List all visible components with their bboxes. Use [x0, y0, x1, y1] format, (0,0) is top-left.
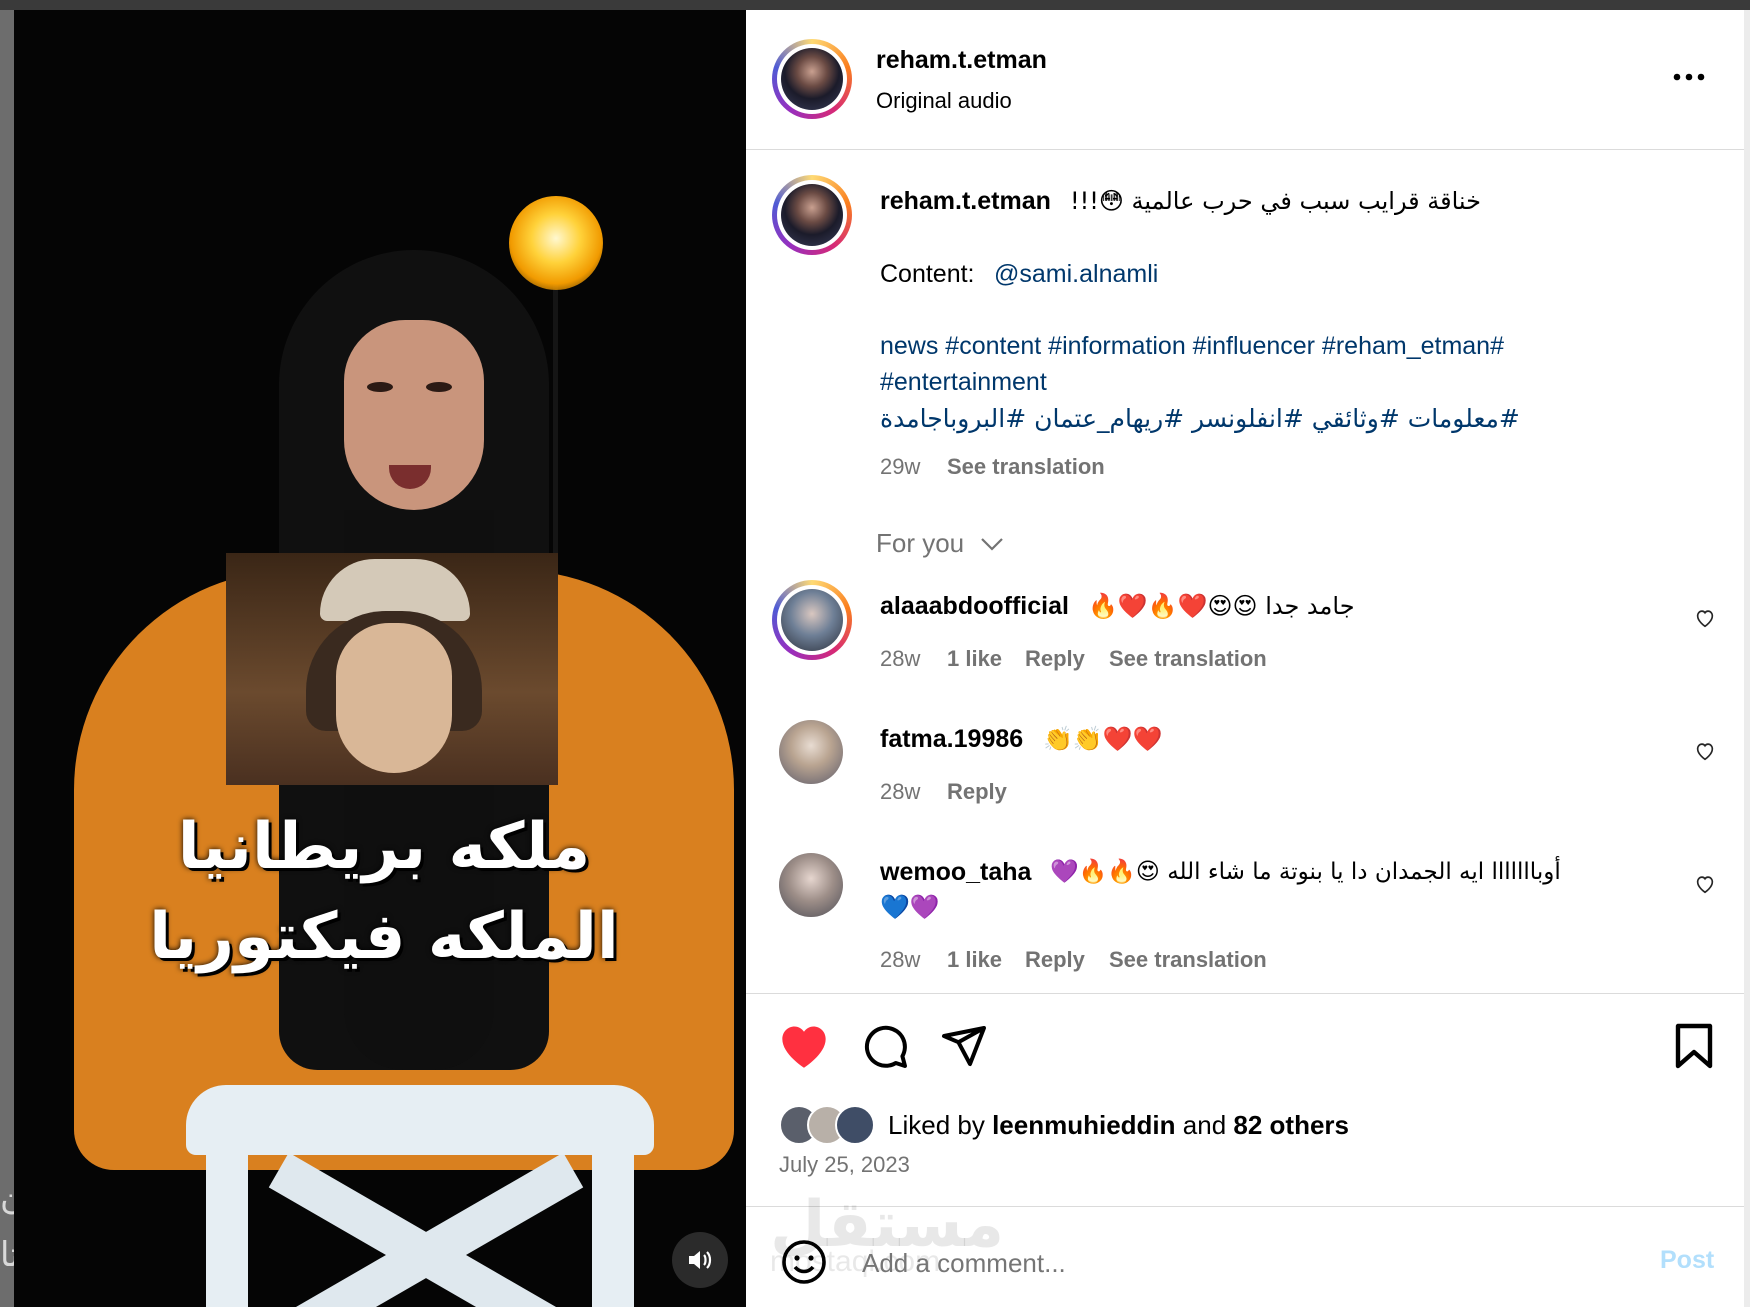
video-caption-line1: ملكه بريطانيا	[177, 810, 591, 884]
header-username[interactable]: reham.t.etman	[876, 46, 1047, 75]
comment-text: 👏👏❤️❤️	[1043, 725, 1163, 753]
liked-by-prefix: Liked by	[888, 1110, 985, 1140]
scrollbar[interactable]	[1744, 10, 1750, 1307]
comment-reply-button[interactable]: Reply	[1025, 646, 1085, 672]
comment-time[interactable]: 28w	[880, 947, 920, 973]
liked-by-and: and	[1182, 1110, 1227, 1140]
post-time[interactable]: 29w	[880, 454, 920, 480]
content-mention-link[interactable]: @sami.alnamli	[994, 260, 1158, 289]
header-audio[interactable]: Original audio	[876, 88, 1012, 114]
comment-reply-button[interactable]: Reply	[947, 779, 1007, 805]
comment-avatar-wemoo[interactable]	[779, 853, 843, 917]
chair	[186, 1085, 654, 1307]
lamp-light	[509, 196, 603, 290]
hashtags-line1[interactable]: news #content #information #influencer #…	[880, 332, 1504, 361]
content-label: Content:	[880, 260, 975, 288]
comment-see-translation[interactable]: See translation	[1109, 947, 1267, 973]
person-eye-left	[367, 382, 393, 392]
header-avatar[interactable]	[772, 39, 852, 119]
comment-reply-button[interactable]: Reply	[1025, 947, 1085, 973]
post-date[interactable]: July 25, 2023	[779, 1152, 910, 1178]
liker-avatar-3	[835, 1105, 875, 1145]
comment-text-line2: 💙💜	[880, 893, 940, 921]
queen-portrait-image	[226, 553, 558, 785]
emoji-icon[interactable]	[780, 1238, 828, 1286]
add-comment-input[interactable]	[860, 1240, 1464, 1286]
share-icon[interactable]	[940, 1022, 988, 1070]
post-caption-text: خناقة قرايب سبب في حرب عالمية 😳!!!	[1070, 187, 1482, 215]
actions-divider	[746, 993, 1744, 994]
hashtags-line2[interactable]: #entertainment	[880, 368, 1047, 397]
mute-button[interactable]	[672, 1232, 728, 1288]
liked-by-user-link[interactable]: leenmuhieddin	[992, 1110, 1175, 1140]
video-caption-line2: الملكه فيكتوريا	[149, 900, 619, 974]
comment-username[interactable]: fatma.19986	[880, 725, 1023, 754]
comment-icon[interactable]	[861, 1022, 909, 1070]
liked-by-others-link[interactable]: 82 others	[1233, 1110, 1349, 1140]
person-eye-right	[426, 382, 452, 392]
comment-text: أوبااااااا ايه الجمدان دا يا بنوتة ما شا…	[1050, 859, 1561, 885]
comment-like-heart-icon[interactable]	[1694, 740, 1716, 762]
comment-see-translation[interactable]: See translation	[1109, 646, 1267, 672]
more-options-icon[interactable]	[1672, 72, 1706, 82]
hashtags-line3[interactable]: #معلومات #وثائقي #انفلونسر #ريهام_عتمان …	[880, 404, 1545, 433]
comment-like-heart-icon[interactable]	[1694, 873, 1716, 895]
background-left	[0, 10, 14, 1307]
comment-text: جامد جدا 😍😍❤️🔥❤️🔥	[1088, 592, 1355, 620]
video-player[interactable]: ملكه بريطانيا الملكه فيكتوريا	[14, 10, 746, 1307]
comment-likes[interactable]: 1 like	[947, 947, 1002, 973]
bookmark-icon[interactable]	[1672, 1022, 1716, 1070]
liked-by-text: Liked by leenmuhieddin and 82 others	[888, 1110, 1349, 1141]
chevron-down-icon[interactable]	[980, 537, 1004, 551]
comment-avatar-fatma[interactable]	[779, 720, 843, 784]
speaker-icon	[689, 1251, 712, 1269]
comment-avatar-alaaabdoofficial[interactable]	[772, 580, 852, 660]
comment-username[interactable]: alaaabdoofficial	[880, 592, 1069, 621]
post-see-translation[interactable]: See translation	[947, 454, 1105, 480]
portrait-face	[336, 623, 452, 773]
comment-like-heart-icon[interactable]	[1694, 607, 1716, 629]
header-divider	[746, 149, 1744, 150]
comment-time[interactable]: 28w	[880, 779, 920, 805]
comment-likes[interactable]: 1 like	[947, 646, 1002, 672]
sort-label[interactable]: For you	[876, 528, 964, 559]
comment-username[interactable]: wemoo_taha	[880, 858, 1031, 887]
post-comment-button[interactable]: Post	[1660, 1246, 1714, 1275]
post-author-username[interactable]: reham.t.etman	[880, 187, 1051, 216]
post-author-avatar[interactable]	[772, 175, 852, 255]
comment-time[interactable]: 28w	[880, 646, 920, 672]
background-strip	[0, 0, 1750, 10]
heart-filled-icon[interactable]	[778, 1022, 830, 1070]
